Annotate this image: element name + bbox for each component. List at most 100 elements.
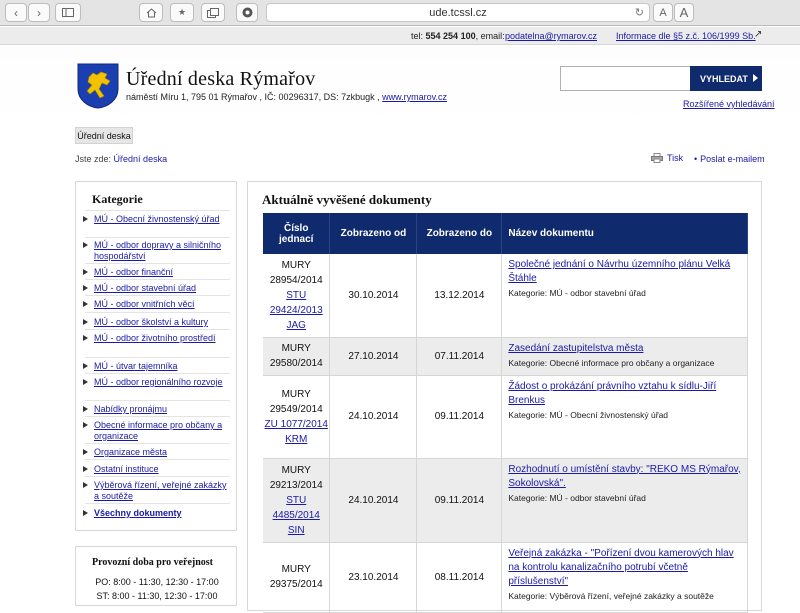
document-title-link[interactable]: Žádost o prokázání právního vztahu k síd… <box>508 380 741 408</box>
sidebar-item-label: MÚ - Obecní živnostenský úřad <box>94 214 220 224</box>
extension-icon <box>242 7 252 18</box>
text-larger-button[interactable]: A <box>674 3 694 22</box>
coat-of-arms-logo[interactable] <box>77 63 119 109</box>
column-header-cislo-jednaci[interactable]: Číslo jednací <box>263 213 331 254</box>
triangle-right-icon <box>83 242 88 248</box>
info-link[interactable]: Informace dle §5 z.č. 106/1999 Sb. <box>616 31 756 41</box>
nav-tab-uredni-deska[interactable]: Úřední deska <box>75 127 133 144</box>
tabs-button[interactable] <box>201 3 225 22</box>
search-button-label: VYHLEDAT <box>700 73 748 84</box>
document-title-link[interactable]: Veřejná zakázka - "Pořízení dvou kamerov… <box>508 547 741 589</box>
cislo-jednaci-cell: MURY 29213/2014 STU 4485/2014 SIN <box>263 458 331 543</box>
column-header-zobrazeno-od[interactable]: Zobrazeno od <box>329 213 418 254</box>
star-icon: ★ <box>177 7 187 17</box>
sidebar-item-obecne-informace[interactable]: Obecné informace pro občany a organizace <box>83 420 229 442</box>
email-link[interactable]: podatelna@rymarov.cz <box>505 31 597 41</box>
sidebar-item-label: MÚ - odbor stavební úřad <box>94 283 197 293</box>
date-to-cell: 09.11.2014 <box>416 458 503 543</box>
triangle-right-icon <box>83 335 88 341</box>
home-icon <box>146 7 156 17</box>
sidebar-toggle-button[interactable] <box>55 3 81 22</box>
sidebar-item-stavebni-urad[interactable]: MÚ - odbor stavební úřad <box>83 283 229 294</box>
sidebar-item-zivotniho-prostredi[interactable]: MÚ - odbor životního prostředí <box>83 333 229 344</box>
cj-line: MURY <box>281 259 311 271</box>
search-input[interactable] <box>560 66 691 91</box>
documents-panel: Aktuálně vyvěšené dokumenty Číslo jednac… <box>247 181 762 613</box>
sidebar-item-odbor-financni[interactable]: MÚ - odbor finanční <box>83 267 229 278</box>
document-title-link[interactable]: Zasedání zastupitelstva města <box>508 342 741 356</box>
sidebar-item-utvar-tajemnika[interactable]: MÚ - útvar tajemníka <box>83 361 229 372</box>
sidebar-title: Kategorie <box>92 192 143 206</box>
cj-line: MURY <box>281 388 311 400</box>
document-category: Kategorie: MÚ - Obecní živnostenský úřad <box>508 409 669 420</box>
sidebar-item-label: Organizace města <box>94 447 168 457</box>
advanced-search-link[interactable]: Rozšířené vyhledávání <box>683 99 775 109</box>
reference-link[interactable]: STU 29424/2013 JAG <box>270 290 323 331</box>
triangle-right-icon <box>83 422 88 428</box>
text-larger-label: A <box>679 5 689 20</box>
divider <box>85 279 230 280</box>
bookmark-button[interactable]: ★ <box>170 3 194 22</box>
sidebar-item-vnitrnich-veci[interactable]: MÚ - odbor vnitřních věcí <box>83 299 229 310</box>
date-from-cell: 30.10.2014 <box>329 254 418 338</box>
document-title-link[interactable]: Společné jednání o Návrhu územního plánu… <box>508 258 741 286</box>
triangle-right-icon <box>83 301 88 307</box>
sidebar-icon <box>62 8 74 17</box>
extension-button[interactable] <box>236 3 258 22</box>
sidebar-item-vyberova-rizeni[interactable]: Výběrová řízení, veřejné zakázky a soutě… <box>83 480 229 502</box>
sidebar-item-obecni-zivnostensky-urad[interactable]: MÚ - Obecní živnostenský úřad <box>83 214 229 225</box>
table-row: MURY 29549/2014 ZU 1077/2014 KRM 24.10.2… <box>263 375 748 459</box>
search-button[interactable]: VYHLEDAT <box>690 66 762 91</box>
office-hours-row: ST: 8:00 - 11:30, 12:30 - 17:00 <box>96 591 218 601</box>
document-title-link[interactable]: Rozhodnutí o umístění stavby: "REKO MS R… <box>508 463 741 491</box>
divider <box>85 443 230 444</box>
sidebar-item-label: Všechny dokumenty <box>94 508 182 518</box>
sidebar-item-skolstvi-kultury[interactable]: MÚ - odbor školství a kultury <box>83 317 229 328</box>
triangle-right-icon <box>83 319 88 325</box>
back-button[interactable]: ‹ <box>5 3 27 22</box>
text-smaller-button[interactable]: A <box>653 3 673 22</box>
date-to-cell: 07.11.2014 <box>416 337 503 376</box>
divider <box>85 503 230 504</box>
text-smaller-label: A <box>659 6 667 19</box>
website-link[interactable]: www.rymarov.cz <box>382 92 447 102</box>
divider <box>85 357 230 358</box>
triangle-right-icon <box>83 510 88 516</box>
sidebar-item-label: MÚ - odbor finanční <box>94 267 174 277</box>
sidebar-item-nabidky-pronajmu[interactable]: Nabídky pronájmu <box>83 404 229 415</box>
reference-link[interactable]: STU 4485/2014 SIN <box>273 495 320 536</box>
column-header-nazev-dokumentu[interactable]: Název dokumentu <box>501 213 748 254</box>
table-row: MURY 29213/2014 STU 4485/2014 SIN 24.10.… <box>263 458 748 543</box>
breadcrumb-prefix: Jste zde: <box>75 154 112 164</box>
sidebar-item-odbor-dopravy[interactable]: MÚ - odbor dopravy a silničního hospodář… <box>83 240 229 262</box>
date-from-cell: 24.10.2014 <box>329 375 418 459</box>
column-header-zobrazeno-do[interactable]: Zobrazeno do <box>416 213 503 254</box>
tel-number: 554 254 100 <box>425 31 476 41</box>
sidebar-item-organizace-mesta[interactable]: Organizace města <box>83 447 229 458</box>
sidebar-item-ostatni-instituce[interactable]: Ostatní instituce <box>83 464 229 475</box>
document-category: Kategorie: Výběrová řízení, veřejné zaká… <box>508 590 714 601</box>
print-link[interactable]: Tisk <box>651 153 683 163</box>
divider <box>85 295 230 296</box>
date-from-cell: 27.10.2014 <box>329 337 418 376</box>
divider <box>85 312 230 313</box>
chevron-left-icon: ‹ <box>14 5 18 20</box>
cj-line: MURY <box>281 464 311 476</box>
reference-link[interactable]: ZU 1077/2014 KRM <box>265 419 328 445</box>
cislo-jednaci-cell: MURY 29580/2014 <box>263 337 331 376</box>
url-bar[interactable]: ude.tcssl.cz ↻ <box>266 3 650 22</box>
tabs-icon <box>207 7 219 18</box>
home-button[interactable] <box>139 3 163 22</box>
breadcrumb-current[interactable]: Úřední deska <box>114 154 168 164</box>
office-hours-box: Provozní doba pro veřejnost PO: 8:00 - 1… <box>75 546 237 606</box>
cj-line: 29213/2014 <box>269 479 323 491</box>
forward-button[interactable]: › <box>28 3 50 22</box>
sidebar-item-regionalniho-rozvoje[interactable]: MÚ - odbor regionálního rozvoje <box>83 377 229 388</box>
date-to-cell: 09.11.2014 <box>416 375 503 459</box>
document-category: Kategorie: MÚ - odbor stavební úřad <box>508 288 646 298</box>
sidebar-item-vsechny-dokumenty[interactable]: Všechny dokumenty <box>83 508 229 519</box>
site-title: Úřední deska Rýmařov <box>126 68 316 90</box>
reload-icon[interactable]: ↻ <box>635 6 644 19</box>
divider <box>85 373 230 374</box>
send-email-link[interactable]: • Poslat e-mailem <box>694 154 765 164</box>
